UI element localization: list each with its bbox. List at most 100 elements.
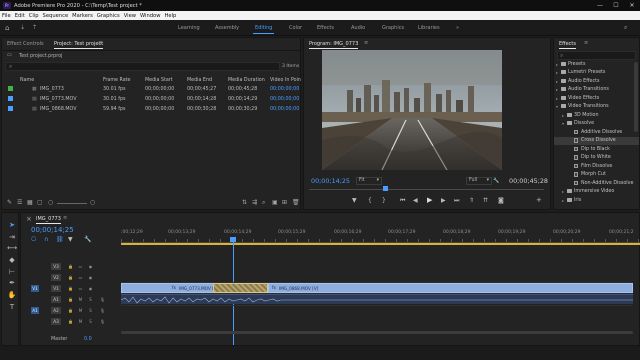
panel-menu-icon[interactable]: ≡	[63, 215, 67, 221]
sync-lock-icon[interactable]: ▭	[77, 263, 84, 269]
mark-in-icon[interactable]: {	[368, 197, 372, 204]
resolution-select[interactable]: Full ▾	[466, 177, 492, 185]
lock-icon[interactable]: 🔒	[67, 307, 74, 313]
menu-clip[interactable]: Clip	[29, 13, 39, 19]
menu-graphics[interactable]: Graphics	[97, 13, 120, 19]
pen-tool-icon[interactable]: ✒	[8, 279, 16, 287]
video-clip[interactable]: fx IMG_0868.MOV [V]	[268, 283, 633, 293]
maximize-button[interactable]: ☐	[608, 0, 624, 11]
automate-to-sequence-icon[interactable]: ⇶	[252, 199, 257, 206]
track-label[interactable]: V2	[51, 273, 61, 281]
sync-lock-icon[interactable]: ▭	[77, 285, 84, 291]
effects-title[interactable]: Effects	[559, 41, 576, 49]
column-name[interactable]: Name	[20, 78, 34, 83]
search-icon[interactable]: ⌕	[624, 24, 627, 32]
fx-folder-presets[interactable]: ▸ Presets	[554, 60, 639, 69]
source-patch-v1[interactable]: V1	[31, 284, 39, 292]
timeline-horizontal-scrollbar[interactable]	[121, 331, 633, 334]
column-media-duration[interactable]: Media Duration	[228, 78, 265, 83]
sync-lock-icon[interactable]: ▭	[77, 274, 84, 280]
icon-view-icon[interactable]: ▦	[27, 199, 33, 206]
step-forward-icon[interactable]: ▶	[441, 197, 446, 204]
add-button-icon[interactable]: +	[536, 196, 542, 204]
add-marker-icon[interactable]: ▼	[352, 197, 357, 204]
track-label[interactable]: V3	[51, 262, 61, 270]
item-video-in[interactable]: 00;00;00;00	[270, 97, 299, 102]
razor-tool-icon[interactable]: ◆	[8, 256, 16, 264]
panel-menu-icon[interactable]: ≡	[98, 40, 102, 46]
eye-icon[interactable]: ◉	[87, 274, 94, 280]
project-search-input[interactable]: ⌕	[5, 62, 280, 71]
fx-effect-morph-cut[interactable]: Morph Cut	[554, 171, 639, 180]
menu-help[interactable]: Help	[164, 13, 176, 19]
trash-icon[interactable]: 🗑	[292, 199, 300, 206]
mark-out-icon[interactable]: }	[382, 197, 386, 204]
workspace-tab-libraries[interactable]: Libraries	[418, 25, 440, 31]
snap-magnet-icon[interactable]: ∩	[44, 236, 48, 243]
slip-tool-icon[interactable]: ⊢	[8, 268, 16, 276]
fx-effect-additive-dissolve[interactable]: Additive Dissolve	[554, 128, 639, 137]
mute-icon[interactable]: M	[77, 296, 84, 302]
zoom-in-icon[interactable]: ○	[90, 199, 95, 206]
master-volume-value[interactable]: 0.0	[84, 337, 92, 342]
scrub-playhead[interactable]	[383, 186, 388, 191]
timeline-timecode[interactable]: 00;00;14;25	[31, 226, 74, 234]
fx-folder-3d-motion[interactable]: ▸ 3D Motion	[554, 111, 639, 120]
menu-file[interactable]: File	[2, 13, 11, 19]
hand-tool-icon[interactable]: ✋	[8, 291, 17, 299]
mute-icon[interactable]: M	[77, 307, 84, 313]
fx-effect-dip-to-black[interactable]: Dip to Black	[554, 145, 639, 154]
go-to-out-icon[interactable]: ⏭	[454, 197, 459, 205]
table-row[interactable]: ▤ IMG_0773.MOV 30.01 fps 00;00;00;00 00;…	[2, 95, 300, 103]
lock-icon[interactable]: 🔒	[67, 263, 74, 269]
workspace-tab-color[interactable]: Color	[289, 25, 302, 31]
effects-search-input[interactable]: ⌕	[557, 51, 636, 60]
table-row[interactable]: ▦ IMG_0773 30.01 fps 00;00;00;00 00;00;4…	[2, 85, 300, 93]
lock-icon[interactable]: 🔒	[67, 285, 74, 291]
solo-icon[interactable]: S	[87, 318, 94, 324]
sort-icon[interactable]: ⇅	[242, 199, 247, 206]
fx-folder-audio-effects[interactable]: ▸ Audio Effects	[554, 77, 639, 86]
lock-icon[interactable]: 🔒	[67, 318, 74, 324]
home-icon[interactable]: ⌂	[5, 24, 9, 32]
mic-icon[interactable]: 🎙	[99, 318, 106, 324]
nest-icon[interactable]: ⎔	[31, 236, 36, 243]
workspace-tab-assembly[interactable]: Assembly	[215, 25, 239, 31]
workspace-tab-effects[interactable]: Effects	[317, 25, 334, 31]
track-select-tool-icon[interactable]: ⇥	[8, 233, 16, 241]
workspace-more-button[interactable]: »	[456, 25, 459, 31]
fx-folder-iris[interactable]: ▸ Iris	[554, 196, 639, 205]
menu-sequence[interactable]: Sequence	[43, 13, 69, 19]
lift-icon[interactable]: ⇑	[469, 197, 474, 204]
track-label[interactable]: A1	[51, 295, 61, 303]
work-area-bar[interactable]	[121, 243, 640, 245]
item-video-in[interactable]: 00;00;00;00	[270, 87, 299, 92]
panel-menu-icon[interactable]: ≡	[584, 40, 588, 46]
linked-selection-icon[interactable]: ⛓	[56, 236, 64, 243]
timeline-settings-wrench-icon[interactable]: 🔧	[84, 236, 91, 243]
monitor-scrub-bar[interactable]	[309, 186, 544, 192]
tab-effect-controls[interactable]: Effect Controls	[7, 41, 44, 47]
fx-folder-dissolve[interactable]: ▾ Dissolve	[554, 120, 639, 129]
workspace-tab-audio[interactable]: Audio	[351, 25, 365, 31]
fx-effect-non-additive-dissolve[interactable]: Non-Additive Dissolve	[554, 179, 639, 188]
cross-dissolve-transition[interactable]	[213, 283, 268, 293]
lock-icon[interactable]: 🔒	[67, 296, 74, 302]
mic-icon[interactable]: 🎙	[99, 296, 106, 302]
scrollbar-thumb[interactable]	[121, 331, 633, 334]
fx-folder-video-effects[interactable]: ▸ Video Effects	[554, 94, 639, 103]
type-tool-icon[interactable]: T	[8, 303, 16, 311]
pencil-icon[interactable]: ✎	[7, 199, 12, 206]
lock-icon[interactable]: 🔒	[67, 274, 74, 280]
new-item-icon[interactable]: ⊞	[282, 199, 287, 206]
step-back-icon[interactable]: ◀	[413, 197, 418, 204]
minimize-button[interactable]: —	[592, 0, 608, 11]
go-to-in-icon[interactable]: ⏮	[400, 197, 405, 205]
eye-icon[interactable]: ◉	[87, 285, 94, 291]
play-icon[interactable]: ▶	[427, 196, 432, 204]
column-frame-rate[interactable]: Frame Rate	[103, 78, 130, 83]
close-tab-icon[interactable]: ×	[26, 215, 32, 223]
fx-effect-cross-dissolve[interactable]: Cross Dissolve	[554, 136, 639, 145]
tab-project[interactable]: Project: Test project	[54, 41, 104, 49]
mute-icon[interactable]: M	[77, 318, 84, 324]
